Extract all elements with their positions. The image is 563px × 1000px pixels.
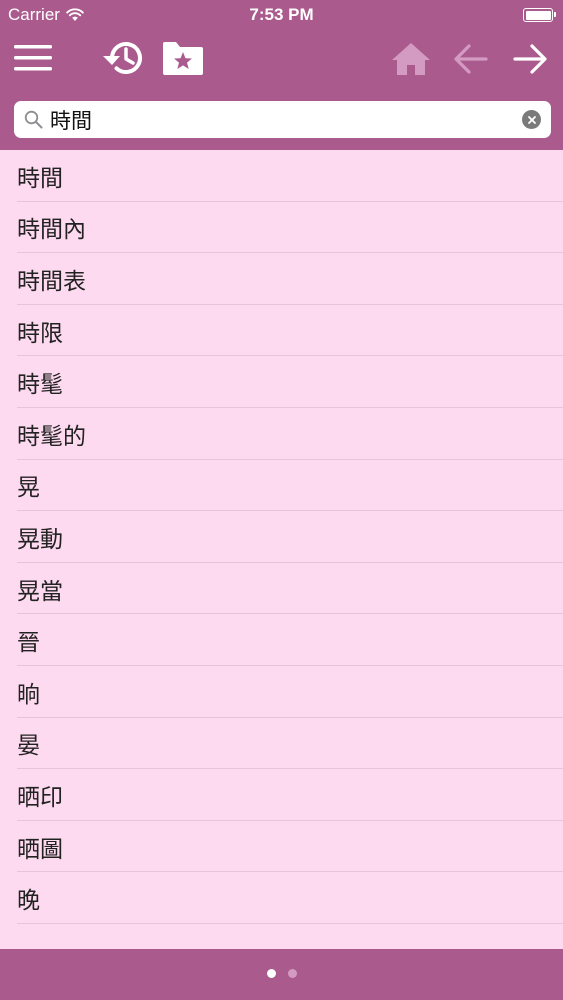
list-item[interactable]: 時髦的 bbox=[0, 408, 563, 460]
list-item[interactable]: 晚 bbox=[0, 872, 563, 924]
list-item[interactable]: 晏 bbox=[0, 718, 563, 770]
list-item[interactable]: 晒圖 bbox=[0, 821, 563, 873]
list-item[interactable]: 時髦 bbox=[0, 356, 563, 408]
results-list: 時間 時間內 時間表 時限 時髦 時髦的 晃 晃動 晃當 晉 晌 晏 晒印 晒圖… bbox=[0, 150, 563, 949]
list-item[interactable]: 時間 bbox=[0, 150, 563, 202]
forward-button[interactable] bbox=[508, 38, 552, 80]
status-time: 7:53 PM bbox=[249, 5, 314, 24]
favorites-button[interactable] bbox=[160, 36, 206, 80]
menu-button[interactable] bbox=[10, 38, 56, 78]
list-item[interactable]: 晃動 bbox=[0, 511, 563, 563]
arrow-right-icon bbox=[513, 44, 547, 74]
list-item[interactable]: 時間表 bbox=[0, 253, 563, 305]
page-dot[interactable] bbox=[287, 969, 297, 978]
page-dot-active[interactable] bbox=[266, 969, 276, 978]
list-item[interactable]: 晒印 bbox=[0, 769, 563, 821]
home-icon bbox=[392, 43, 430, 75]
list-item[interactable]: 時間內 bbox=[0, 202, 563, 254]
search-icon bbox=[24, 110, 43, 129]
list-item[interactable]: 晃當 bbox=[0, 563, 563, 615]
search-field[interactable] bbox=[14, 101, 551, 138]
arrow-left-icon bbox=[454, 44, 488, 74]
list-item[interactable]: 晉 bbox=[0, 614, 563, 666]
hamburger-icon bbox=[14, 45, 52, 71]
battery-icon bbox=[523, 8, 556, 22]
folder-star-icon bbox=[163, 42, 203, 75]
status-bar: Carrier 7:53 PM bbox=[0, 0, 563, 30]
toolbar bbox=[0, 30, 563, 92]
clear-icon bbox=[527, 115, 536, 124]
list-item[interactable]: 時限 bbox=[0, 305, 563, 357]
list-item[interactable]: 晃 bbox=[0, 460, 563, 512]
bottom-bar bbox=[0, 949, 563, 1000]
search-input[interactable] bbox=[50, 101, 520, 138]
home-button[interactable] bbox=[388, 38, 434, 80]
clear-search-button[interactable] bbox=[522, 110, 541, 129]
page-indicator[interactable] bbox=[0, 969, 563, 978]
list-item[interactable]: 晌 bbox=[0, 666, 563, 718]
history-icon bbox=[103, 42, 142, 74]
back-button[interactable] bbox=[449, 38, 493, 80]
history-button[interactable] bbox=[98, 36, 146, 80]
